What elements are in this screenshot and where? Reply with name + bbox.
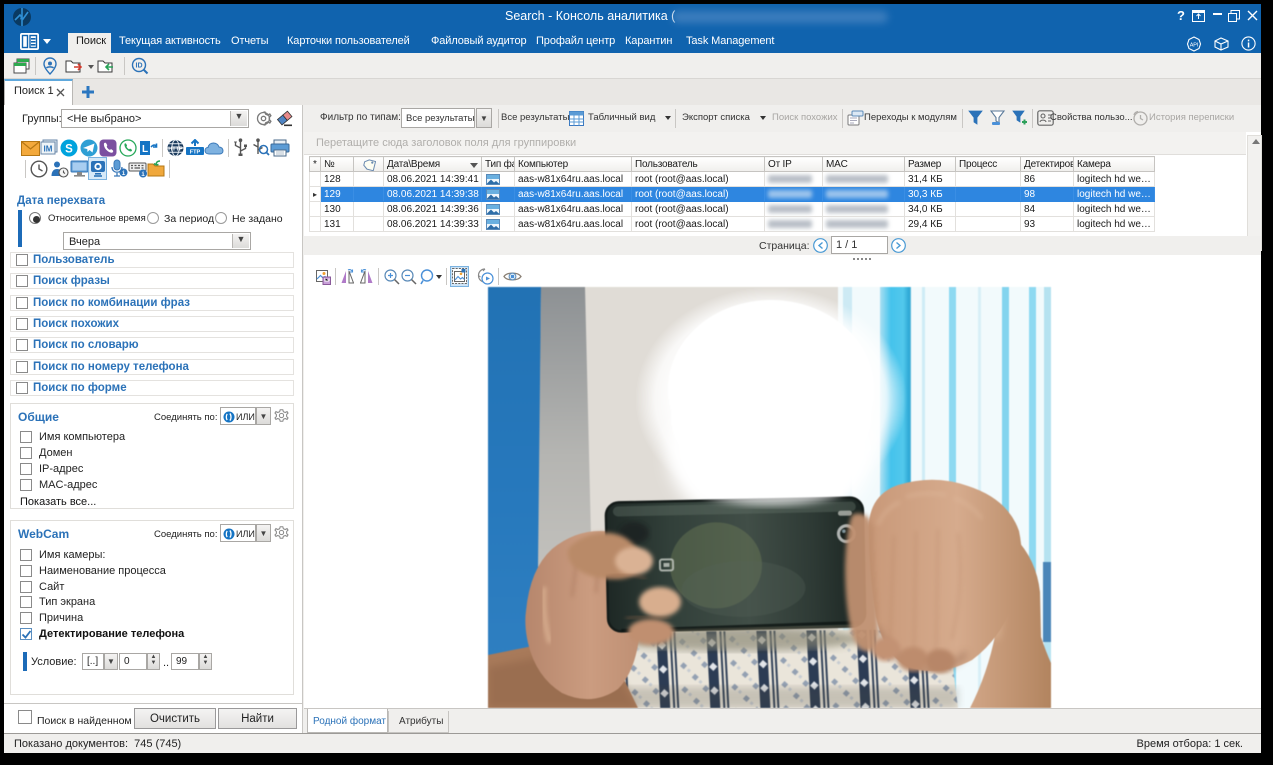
svg-text:FTP: FTP <box>190 150 201 156</box>
svg-text:i: i <box>141 171 145 178</box>
svg-text:L: L <box>142 144 148 155</box>
svg-text:ID: ID <box>136 63 143 70</box>
svg-text:HTTP: HTTP <box>168 146 183 152</box>
svg-text:API: API <box>1190 43 1199 49</box>
svg-text:i: i <box>122 170 126 177</box>
svg-text:IM: IM <box>44 145 53 154</box>
svg-text:S: S <box>65 143 73 155</box>
